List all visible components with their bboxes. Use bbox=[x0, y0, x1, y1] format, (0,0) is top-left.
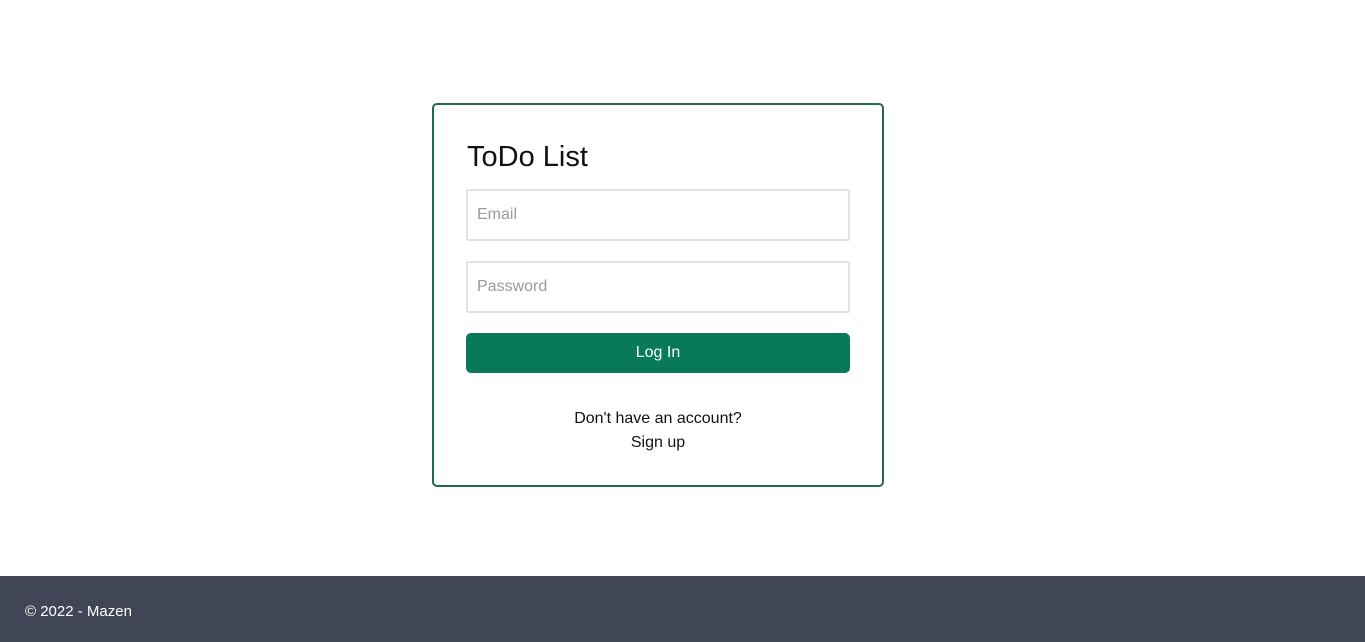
page: ToDo List Log In Don't have an account? … bbox=[0, 0, 1365, 642]
footer: © 2022 - Mazen bbox=[0, 576, 1365, 642]
app-title: ToDo List bbox=[467, 141, 588, 173]
password-field[interactable] bbox=[466, 261, 850, 313]
login-card: ToDo List Log In Don't have an account? … bbox=[432, 103, 884, 487]
signup-section: Don't have an account? Sign up bbox=[434, 407, 882, 455]
signup-prompt: Don't have an account? bbox=[574, 410, 742, 427]
email-field[interactable] bbox=[466, 189, 850, 241]
login-button[interactable]: Log In bbox=[466, 333, 850, 373]
signup-link[interactable]: Sign up bbox=[631, 431, 685, 455]
footer-copyright: © 2022 - Mazen bbox=[25, 603, 132, 620]
